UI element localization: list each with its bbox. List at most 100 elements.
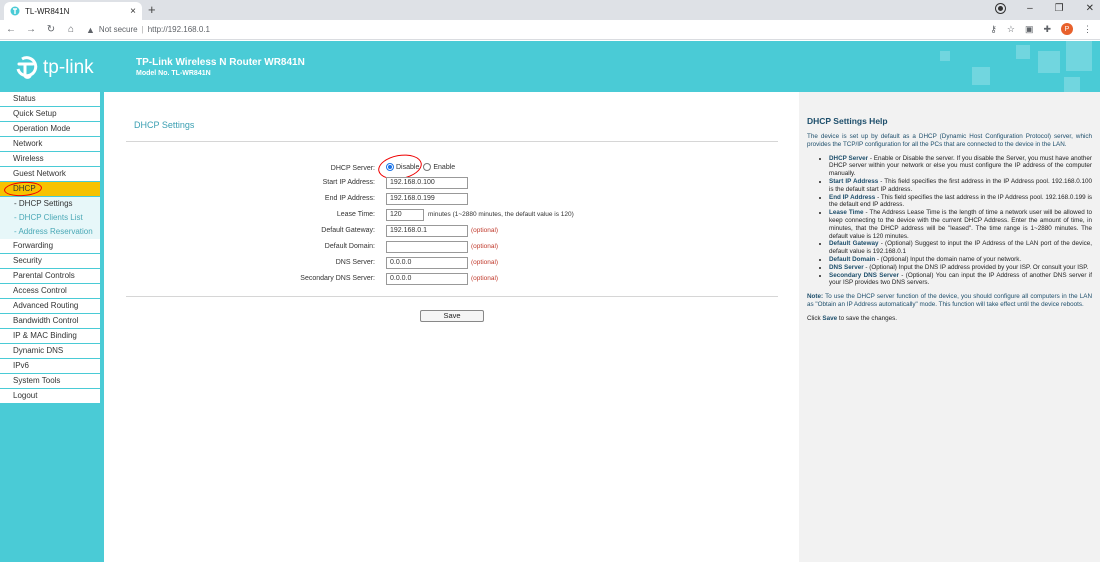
help-item: DHCP Server - Enable or Disable the serv… — [829, 155, 1092, 178]
dhcp-server-radio-group: Disable Enable — [386, 163, 455, 171]
lease-time-hint: minutes (1~2880 minutes, the default val… — [428, 211, 574, 218]
help-note: Note: To use the DHCP server function of… — [807, 293, 1092, 309]
save-button[interactable]: Save — [420, 310, 484, 322]
profile-avatar[interactable]: P — [1061, 23, 1073, 35]
help-list: DHCP Server - Enable or Disable the serv… — [829, 155, 1092, 288]
disable-label: Disable — [396, 163, 420, 171]
help-note-text: To use the DHCP server function of the d… — [807, 293, 1092, 308]
sidebar-item-operation-mode[interactable]: Operation Mode — [0, 122, 100, 137]
security-label: Not secure — [98, 25, 138, 34]
router-model: Model No. TL-WR841N — [136, 70, 211, 77]
tplink-favicon-icon — [10, 6, 20, 16]
help-item-text: - (Optional) Input the domain name of yo… — [875, 255, 1022, 263]
maximize-icon[interactable]: ❐ — [1055, 3, 1064, 14]
help-item-key: Lease Time — [829, 209, 864, 217]
dhcp-server-label: DHCP Server: — [330, 165, 375, 172]
start-ip-input[interactable]: 192.168.0.100 — [386, 177, 468, 189]
secondary-dns-input[interactable]: 0.0.0.0 — [386, 273, 468, 285]
sidebar-item-quick-setup[interactable]: Quick Setup — [0, 107, 100, 122]
divider — [126, 296, 778, 297]
help-title: DHCP Settings Help — [807, 116, 888, 126]
url-input[interactable]: ▲ Not secure | http://192.168.0.1 — [86, 23, 210, 37]
home-icon[interactable]: ⌂ — [62, 24, 80, 35]
section-title: DHCP Settings — [134, 120, 195, 130]
sidebar-item-advanced-routing[interactable]: Advanced Routing — [0, 299, 100, 314]
sidebar-item-status[interactable]: Status — [0, 92, 100, 107]
url-separator: | — [141, 25, 144, 34]
extension-icon[interactable]: ▣ — [1025, 24, 1034, 35]
minimize-icon[interactable]: – — [1027, 3, 1033, 14]
help-item-key: Default Domain — [829, 255, 876, 263]
default-gateway-row: Default Gateway: 192.168.0.1 (optional) — [104, 225, 799, 239]
optional-label: (optional) — [471, 227, 499, 234]
main-content: DHCP Settings DHCP Server: Disable Enabl… — [104, 92, 799, 562]
sidebar-item-parental-controls[interactable]: Parental Controls — [0, 269, 100, 284]
record-icon[interactable] — [996, 4, 1006, 13]
sidebar-item-dhcp[interactable]: DHCP — [0, 180, 100, 198]
help-item-key: DNS Server — [829, 263, 864, 271]
sidebar-subitem-address-reservation[interactable]: - Address Reservation — [0, 225, 100, 239]
browser-tab-bar: TL-WR841N × + – ❐ ✕ — [0, 0, 1100, 20]
sidebar-item-system-tools[interactable]: System Tools — [0, 374, 100, 389]
close-icon[interactable]: ✕ — [1086, 3, 1094, 14]
new-tab-button[interactable]: + — [148, 2, 156, 18]
header-decoration — [1016, 45, 1030, 59]
toolbar-icons: ⚷ ☆ ▣ ✚ P ⋮ — [990, 23, 1092, 35]
sidebar-item-security[interactable]: Security — [0, 254, 100, 269]
key-icon[interactable]: ⚷ — [990, 24, 997, 35]
default-domain-input[interactable] — [386, 241, 468, 253]
sidebar-subitem-dhcp-settings[interactable]: - DHCP Settings — [0, 197, 100, 211]
optional-label: (optional) — [471, 243, 499, 250]
menu-dots-icon[interactable]: ⋮ — [1083, 24, 1092, 35]
end-ip-label: End IP Address: — [324, 195, 375, 202]
sidebar: Status Quick Setup Operation Mode Networ… — [0, 92, 104, 562]
help-item-key: Default Gateway — [829, 240, 879, 248]
help-click-save: Click Save to save the changes. — [807, 315, 1092, 323]
sidebar-item-dynamic-dns[interactable]: Dynamic DNS — [0, 344, 100, 359]
back-icon[interactable]: ← — [2, 24, 20, 35]
address-bar: ← → ↻ ⌂ ▲ Not secure | http://192.168.0.… — [0, 20, 1100, 40]
help-note-label: Note: — [807, 293, 824, 301]
tab-title: TL-WR841N — [25, 6, 70, 16]
sidebar-item-logout[interactable]: Logout — [0, 389, 100, 404]
browser-tab[interactable]: TL-WR841N × — [4, 2, 142, 20]
secondary-dns-label: Secondary DNS Server: — [300, 275, 375, 282]
sidebar-item-forwarding[interactable]: Forwarding — [0, 239, 100, 254]
default-gateway-input[interactable]: 192.168.0.1 — [386, 225, 468, 237]
router-header: tp-link TP-Link Wireless N Router WR841N… — [0, 41, 1100, 92]
sidebar-item-access-control[interactable]: Access Control — [0, 284, 100, 299]
lease-time-label: Lease Time: — [336, 211, 375, 218]
enable-label: Enable — [433, 163, 456, 171]
help-item: Default Gateway - (Optional) Suggest to … — [829, 240, 1092, 256]
sidebar-subitem-dhcp-clients-list[interactable]: - DHCP Clients List — [0, 211, 100, 225]
url-text: http://192.168.0.1 — [147, 25, 210, 34]
lease-time-input[interactable]: 120 — [386, 209, 424, 221]
default-domain-label: Default Domain: — [324, 243, 375, 250]
tplink-logo-icon — [16, 56, 38, 79]
disable-radio[interactable] — [386, 163, 394, 171]
tab-close-icon[interactable]: × — [130, 6, 136, 17]
start-ip-label: Start IP Address: — [322, 179, 375, 186]
end-ip-input[interactable]: 192.168.0.199 — [386, 193, 468, 205]
header-decoration — [1064, 77, 1080, 92]
help-item-key: Secondary DNS Server — [829, 271, 899, 279]
help-intro: The device is set up by default as a DHC… — [807, 133, 1092, 148]
sidebar-item-ip-mac-binding[interactable]: IP & MAC Binding — [0, 329, 100, 344]
sidebar-item-network[interactable]: Network — [0, 137, 100, 152]
enable-radio[interactable] — [423, 163, 432, 171]
star-icon[interactable]: ☆ — [1007, 24, 1015, 35]
sidebar-item-ipv6[interactable]: IPv6 — [0, 359, 100, 374]
sidebar-item-wireless[interactable]: Wireless — [0, 152, 100, 167]
puzzle-icon[interactable]: ✚ — [1043, 24, 1051, 35]
warning-icon[interactable]: ▲ — [86, 25, 95, 35]
help-item-text: - Enable or Disable the server. If you d… — [829, 154, 1092, 178]
sidebar-item-guest-network[interactable]: Guest Network — [0, 167, 100, 182]
router-title: TP-Link Wireless N Router WR841N — [136, 57, 305, 68]
help-item: Secondary DNS Server - (Optional) You ca… — [829, 272, 1092, 288]
sidebar-item-bandwidth-control[interactable]: Bandwidth Control — [0, 314, 100, 329]
reload-icon[interactable]: ↻ — [42, 24, 60, 35]
secondary-dns-row: Secondary DNS Server: 0.0.0.0 (optional) — [104, 273, 799, 287]
dns-server-input[interactable]: 0.0.0.0 — [386, 257, 468, 269]
forward-icon[interactable]: → — [22, 24, 40, 35]
help-click-suffix: to save the changes. — [837, 314, 897, 322]
